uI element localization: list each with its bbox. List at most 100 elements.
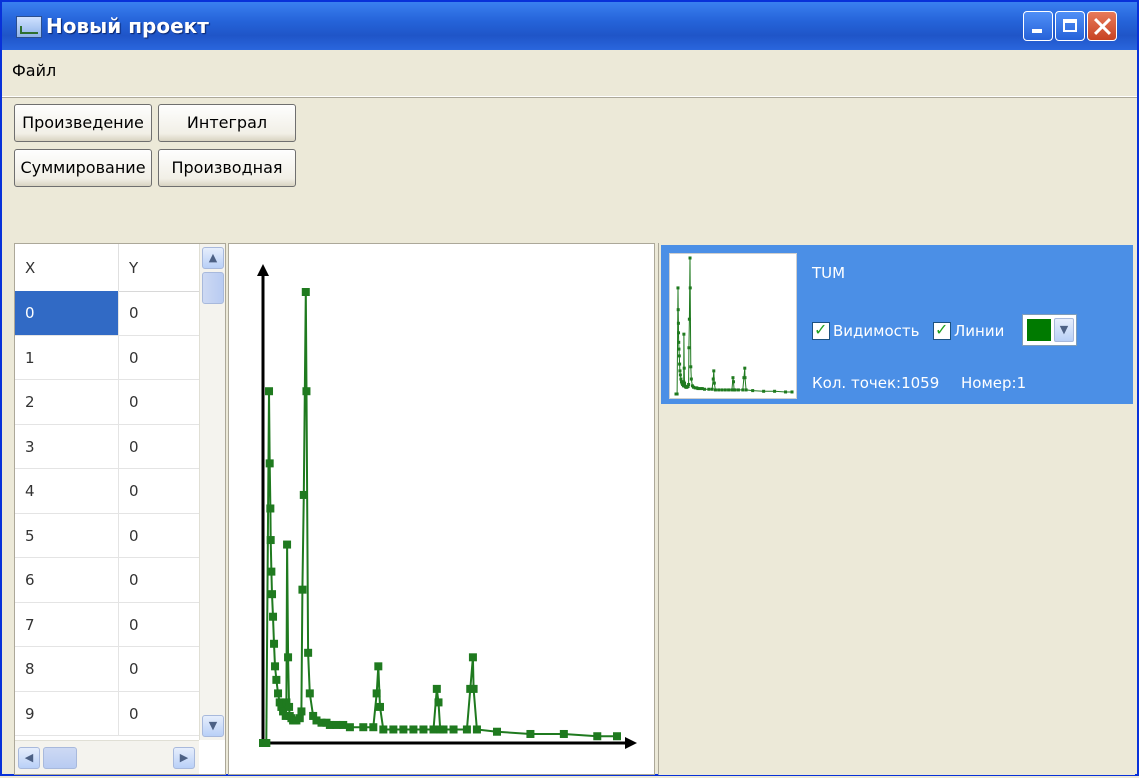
data-point xyxy=(372,689,381,698)
scroll-left-icon[interactable]: ◀ xyxy=(18,747,40,769)
data-point xyxy=(677,340,681,344)
data-point xyxy=(472,725,481,734)
minimize-icon[interactable] xyxy=(1023,11,1053,41)
cell-y[interactable]: 0 xyxy=(119,425,199,469)
data-point xyxy=(678,373,682,377)
data-point xyxy=(468,653,477,662)
cell-y[interactable]: 0 xyxy=(119,469,199,513)
data-point xyxy=(302,387,311,396)
horizontal-scrollbar[interactable]: ◀ ▶ xyxy=(15,740,199,774)
series-name: TUM xyxy=(812,264,846,282)
cell-y[interactable]: 0 xyxy=(119,603,199,647)
table-row[interactable]: 70 xyxy=(15,602,199,647)
maximize-icon[interactable] xyxy=(1055,11,1085,41)
data-point xyxy=(677,354,681,358)
data-point xyxy=(439,725,448,734)
data-point xyxy=(784,390,788,394)
cell-x[interactable]: 5 xyxy=(15,513,119,557)
data-table: X Y 00102030405060708090 ▲ ▼ ◀ ▶ xyxy=(14,243,226,775)
vertical-scrollbar[interactable]: ▲ ▼ xyxy=(199,244,225,740)
cell-y[interactable]: 0 xyxy=(119,514,199,558)
cell-x[interactable]: 6 xyxy=(15,558,119,602)
cell-x[interactable]: 4 xyxy=(15,469,119,513)
table-row[interactable]: 80 xyxy=(15,647,199,692)
cell-x[interactable]: 1 xyxy=(15,335,119,379)
cell-y[interactable]: 0 xyxy=(119,380,199,424)
data-point xyxy=(299,490,308,499)
data-point xyxy=(762,389,766,393)
menu-item-file[interactable]: Файл xyxy=(12,61,56,80)
app-window: Новый проект Файл Произведение Интеграл … xyxy=(0,0,1139,776)
data-point xyxy=(678,369,682,373)
cell-y[interactable]: 0 xyxy=(119,336,199,380)
cell-y[interactable]: 0 xyxy=(119,692,199,736)
chevron-down-icon[interactable]: ▼ xyxy=(1054,318,1074,342)
data-point xyxy=(713,388,717,392)
data-point xyxy=(678,362,682,366)
table-header: X Y xyxy=(15,244,199,292)
data-point xyxy=(559,729,568,738)
window-title: Новый проект xyxy=(46,14,209,38)
table-row[interactable]: 10 xyxy=(15,335,199,380)
table-row[interactable]: 90 xyxy=(15,691,199,736)
data-point xyxy=(720,388,724,392)
scroll-right-icon[interactable]: ▶ xyxy=(173,747,195,769)
x-axis-arrow xyxy=(625,737,637,749)
cell-x[interactable]: 2 xyxy=(15,380,119,424)
table-row[interactable]: 40 xyxy=(15,469,199,514)
lines-checkbox[interactable] xyxy=(933,320,951,340)
product-button[interactable]: Произведение xyxy=(14,104,152,142)
close-icon[interactable] xyxy=(1087,11,1117,41)
table-row[interactable]: 50 xyxy=(15,513,199,558)
cell-x[interactable]: 0 xyxy=(15,291,119,335)
points-count: Кол. точек:1059 xyxy=(812,374,940,392)
integral-button[interactable]: Интеграл xyxy=(158,104,296,142)
cell-x[interactable]: 3 xyxy=(15,424,119,468)
visibility-checkbox[interactable] xyxy=(812,320,830,340)
scroll-up-icon[interactable]: ▲ xyxy=(202,247,224,269)
table-rows: 00102030405060708090 xyxy=(15,291,199,736)
derivative-button[interactable]: Производная xyxy=(158,149,296,187)
data-point xyxy=(683,381,687,385)
data-point xyxy=(687,382,691,386)
color-picker[interactable]: ▼ xyxy=(1022,314,1077,346)
scroll-down-icon[interactable]: ▼ xyxy=(202,715,224,737)
sum-button[interactable]: Суммирование xyxy=(14,149,152,187)
horizontal-scroll-thumb[interactable] xyxy=(43,747,77,769)
title-bar[interactable]: Новый проект xyxy=(2,2,1137,50)
data-point xyxy=(469,684,478,693)
data-point xyxy=(743,366,747,370)
table-row[interactable]: 20 xyxy=(15,380,199,425)
series-line xyxy=(676,257,792,395)
cell-x[interactable]: 8 xyxy=(15,647,119,691)
table-row[interactable]: 00 xyxy=(15,291,199,336)
data-point xyxy=(369,723,378,732)
data-point xyxy=(265,387,274,396)
cell-y[interactable]: 0 xyxy=(119,558,199,602)
table-row[interactable]: 60 xyxy=(15,558,199,603)
plot-area[interactable] xyxy=(228,243,655,775)
cell-y[interactable]: 0 xyxy=(119,291,199,335)
data-point xyxy=(526,729,535,738)
data-point xyxy=(773,389,777,393)
chart-canvas xyxy=(257,264,637,749)
data-point xyxy=(283,540,292,549)
chart-app-icon xyxy=(16,16,42,38)
cell-y[interactable]: 0 xyxy=(119,647,199,691)
data-point xyxy=(359,723,368,732)
cell-x[interactable]: 7 xyxy=(15,602,119,646)
data-point xyxy=(434,698,443,707)
data-point xyxy=(374,662,383,671)
data-point xyxy=(492,727,501,736)
data-point xyxy=(689,365,693,369)
series-card[interactable]: TUM Видимость Линии ▼ Кол. точек:1059 Но… xyxy=(661,245,1133,404)
data-point xyxy=(744,388,748,392)
data-point xyxy=(790,390,794,394)
data-point xyxy=(301,288,310,296)
column-header-y[interactable]: Y xyxy=(129,259,138,277)
column-header-x[interactable]: X xyxy=(25,259,35,277)
data-point xyxy=(269,612,278,621)
vertical-scroll-thumb[interactable] xyxy=(202,272,224,304)
table-row[interactable]: 30 xyxy=(15,424,199,469)
cell-x[interactable]: 9 xyxy=(15,691,119,735)
